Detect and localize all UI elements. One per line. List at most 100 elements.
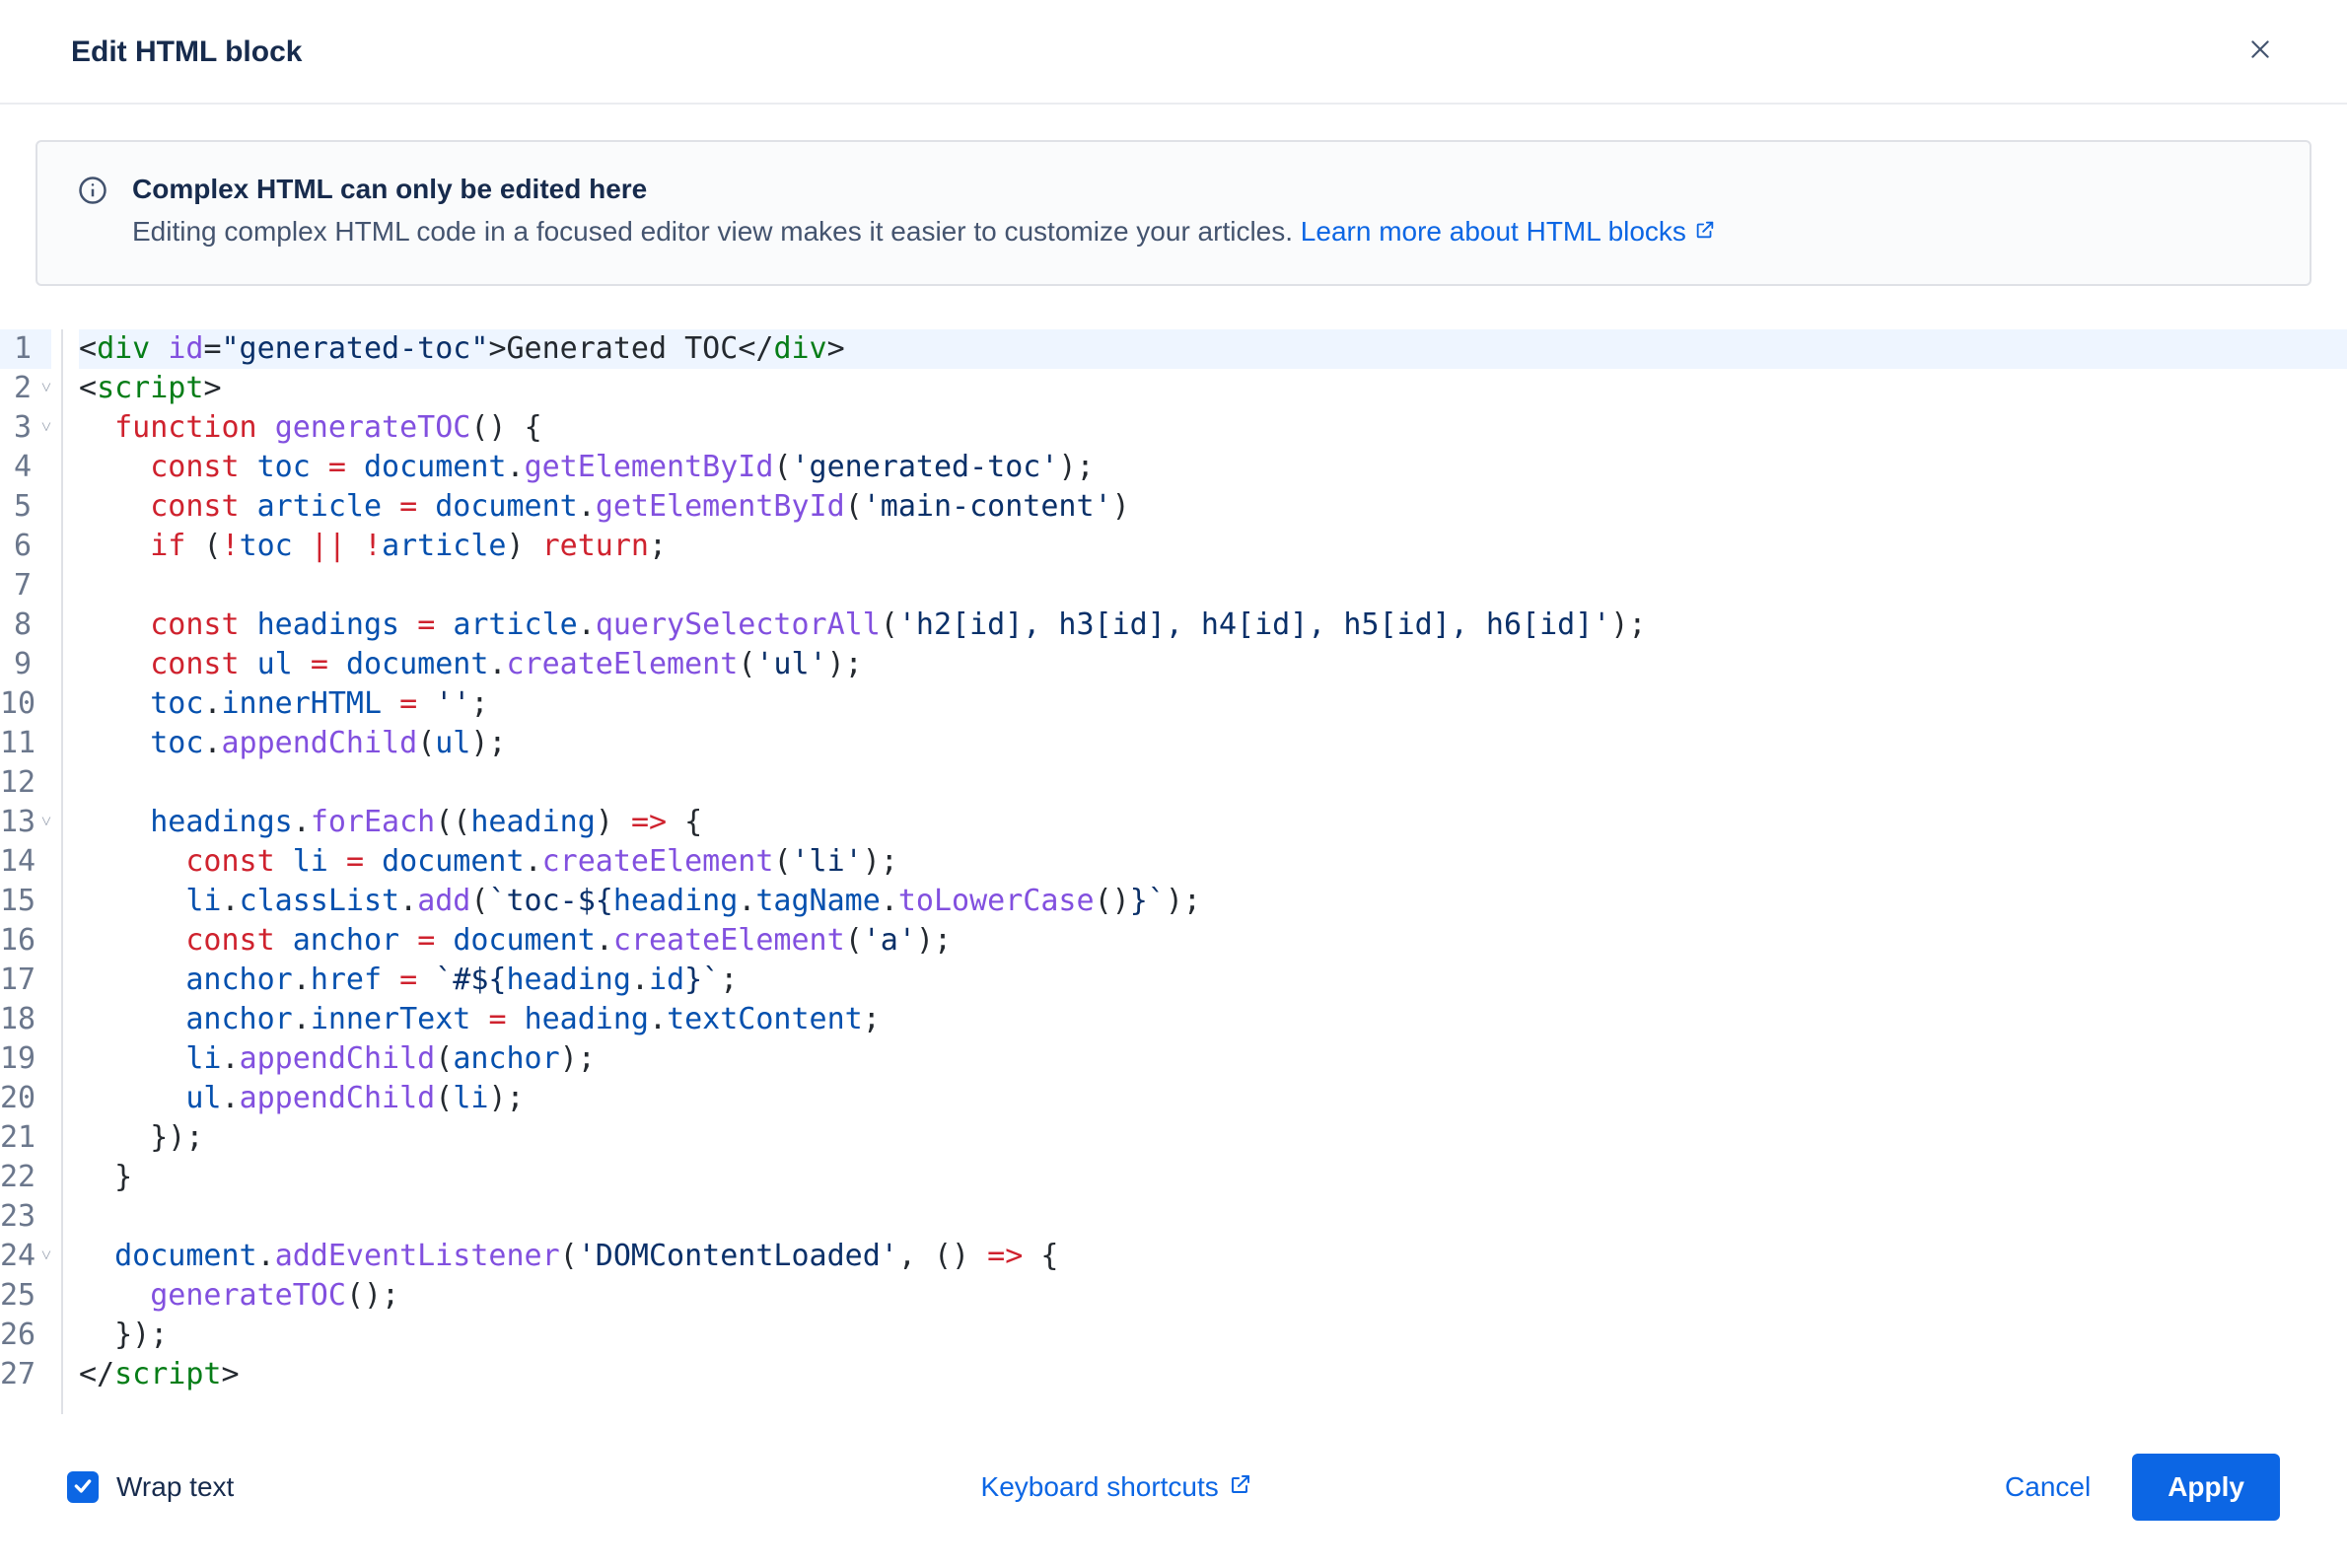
check-icon — [73, 1471, 93, 1503]
code-line[interactable]: document.addEventListener('DOMContentLoa… — [79, 1237, 2347, 1276]
editor-code[interactable]: <div id="generated-toc">Generated TOC</d… — [63, 329, 2347, 1414]
code-line[interactable]: </script> — [79, 1355, 2347, 1394]
gutter-line: 27 — [0, 1355, 51, 1394]
gutter-line: 17 — [0, 961, 51, 1000]
line-number: 10 — [0, 684, 36, 724]
info-banner: Complex HTML can only be edited here Edi… — [36, 140, 2311, 286]
gutter-line: 19 — [0, 1039, 51, 1079]
gutter-line: 2˅ — [0, 369, 51, 408]
code-line[interactable]: const article = document.getElementById(… — [79, 487, 2347, 527]
gutter-line: 20 — [0, 1079, 51, 1118]
gutter-line: 9 — [0, 645, 51, 684]
close-button[interactable] — [2244, 36, 2276, 68]
gutter-line: 26 — [0, 1316, 51, 1355]
gutter-line: 5 — [0, 487, 51, 527]
line-number: 7 — [14, 566, 32, 606]
line-number: 11 — [0, 724, 36, 763]
wrap-text-toggle[interactable]: Wrap text — [67, 1471, 234, 1503]
line-number: 23 — [0, 1197, 36, 1237]
line-number: 9 — [14, 645, 32, 684]
fold-icon[interactable]: ˅ — [39, 1237, 51, 1276]
line-number: 15 — [0, 882, 36, 921]
modal-footer: Wrap text Keyboard shortcuts Cancel Appl… — [0, 1414, 2347, 1568]
editor-gutter: 12˅3˅45678910111213˅14151617181920212223… — [0, 329, 63, 1414]
fold-icon[interactable]: ˅ — [36, 369, 51, 408]
fold-icon[interactable]: ˅ — [36, 408, 51, 448]
code-line[interactable]: function generateTOC() { — [79, 408, 2347, 448]
code-line[interactable]: li.appendChild(anchor); — [79, 1039, 2347, 1079]
apply-button[interactable]: Apply — [2132, 1454, 2280, 1521]
modal-edit-html: Edit HTML block Complex HTML can only be… — [0, 0, 2347, 1568]
gutter-line: 18 — [0, 1000, 51, 1039]
code-line[interactable]: anchor.href = `#${heading.id}`; — [79, 961, 2347, 1000]
line-number: 22 — [0, 1158, 36, 1197]
code-line[interactable]: anchor.innerText = heading.textContent; — [79, 1000, 2347, 1039]
code-line[interactable]: if (!toc || !article) return; — [79, 527, 2347, 566]
line-number: 16 — [0, 921, 36, 961]
code-line[interactable]: <script> — [79, 369, 2347, 408]
code-line[interactable] — [79, 566, 2347, 606]
line-number: 27 — [0, 1355, 36, 1394]
code-line[interactable]: const li = document.createElement('li'); — [79, 842, 2347, 882]
gutter-line: 6 — [0, 527, 51, 566]
line-number: 5 — [14, 487, 32, 527]
keyboard-shortcuts-label: Keyboard shortcuts — [981, 1471, 1219, 1503]
gutter-line: 21 — [0, 1118, 51, 1158]
gutter-line: 22 — [0, 1158, 51, 1197]
code-line[interactable]: toc.appendChild(ul); — [79, 724, 2347, 763]
info-banner-body: Complex HTML can only be edited here Edi… — [132, 174, 1716, 250]
line-number: 13 — [0, 803, 36, 842]
code-line[interactable] — [79, 1197, 2347, 1237]
gutter-line: 15 — [0, 882, 51, 921]
code-line[interactable]: toc.innerHTML = ''; — [79, 684, 2347, 724]
line-number: 26 — [0, 1316, 36, 1355]
gutter-line: 13˅ — [0, 803, 51, 842]
code-line[interactable]: generateTOC(); — [79, 1276, 2347, 1316]
info-icon — [77, 176, 108, 207]
gutter-line: 8 — [0, 606, 51, 645]
line-number: 8 — [14, 606, 32, 645]
code-line[interactable]: const toc = document.getElementById('gen… — [79, 448, 2347, 487]
code-line[interactable]: } — [79, 1158, 2347, 1197]
gutter-line: 3˅ — [0, 408, 51, 448]
learn-more-link-label: Learn more about HTML blocks — [1301, 213, 1686, 250]
code-line[interactable]: ul.appendChild(li); — [79, 1079, 2347, 1118]
modal-header: Edit HTML block — [0, 0, 2347, 105]
line-number: 25 — [0, 1276, 36, 1316]
footer-buttons: Cancel Apply — [1999, 1454, 2280, 1521]
code-line[interactable]: const ul = document.createElement('ul'); — [79, 645, 2347, 684]
gutter-line: 24˅ — [0, 1237, 51, 1276]
learn-more-link[interactable]: Learn more about HTML blocks — [1301, 213, 1716, 250]
gutter-line: 7 — [0, 566, 51, 606]
code-line[interactable]: }); — [79, 1316, 2347, 1355]
info-banner-title: Complex HTML can only be edited here — [132, 174, 1716, 205]
code-line[interactable]: <div id="generated-toc">Generated TOC</d… — [79, 329, 2347, 369]
line-number: 17 — [0, 961, 36, 1000]
line-number: 12 — [0, 763, 36, 803]
external-link-icon — [1694, 213, 1716, 250]
code-line[interactable]: headings.forEach((heading) => { — [79, 803, 2347, 842]
info-banner-desc: Editing complex HTML code in a focused e… — [132, 213, 1716, 250]
info-banner-wrap: Complex HTML can only be edited here Edi… — [0, 105, 2347, 286]
gutter-line: 25 — [0, 1276, 51, 1316]
wrap-text-label: Wrap text — [116, 1471, 234, 1503]
cancel-button[interactable]: Cancel — [1999, 1470, 2097, 1504]
code-line[interactable] — [79, 763, 2347, 803]
code-line[interactable]: }); — [79, 1118, 2347, 1158]
gutter-line: 1 — [0, 329, 51, 369]
gutter-line: 16 — [0, 921, 51, 961]
fold-icon[interactable]: ˅ — [39, 803, 51, 842]
keyboard-shortcuts-link[interactable]: Keyboard shortcuts — [981, 1471, 1252, 1503]
line-number: 14 — [0, 842, 36, 882]
line-number: 1 — [14, 329, 32, 369]
modal-title: Edit HTML block — [71, 36, 302, 69]
code-line[interactable]: const anchor = document.createElement('a… — [79, 921, 2347, 961]
code-line[interactable]: const headings = article.querySelectorAl… — [79, 606, 2347, 645]
wrap-text-checkbox[interactable] — [67, 1471, 99, 1503]
code-line[interactable]: li.classList.add(`toc-${heading.tagName.… — [79, 882, 2347, 921]
line-number: 19 — [0, 1039, 36, 1079]
line-number: 18 — [0, 1000, 36, 1039]
gutter-line: 10 — [0, 684, 51, 724]
line-number: 2 — [14, 369, 32, 408]
code-editor[interactable]: 12˅3˅45678910111213˅14151617181920212223… — [0, 329, 2347, 1414]
